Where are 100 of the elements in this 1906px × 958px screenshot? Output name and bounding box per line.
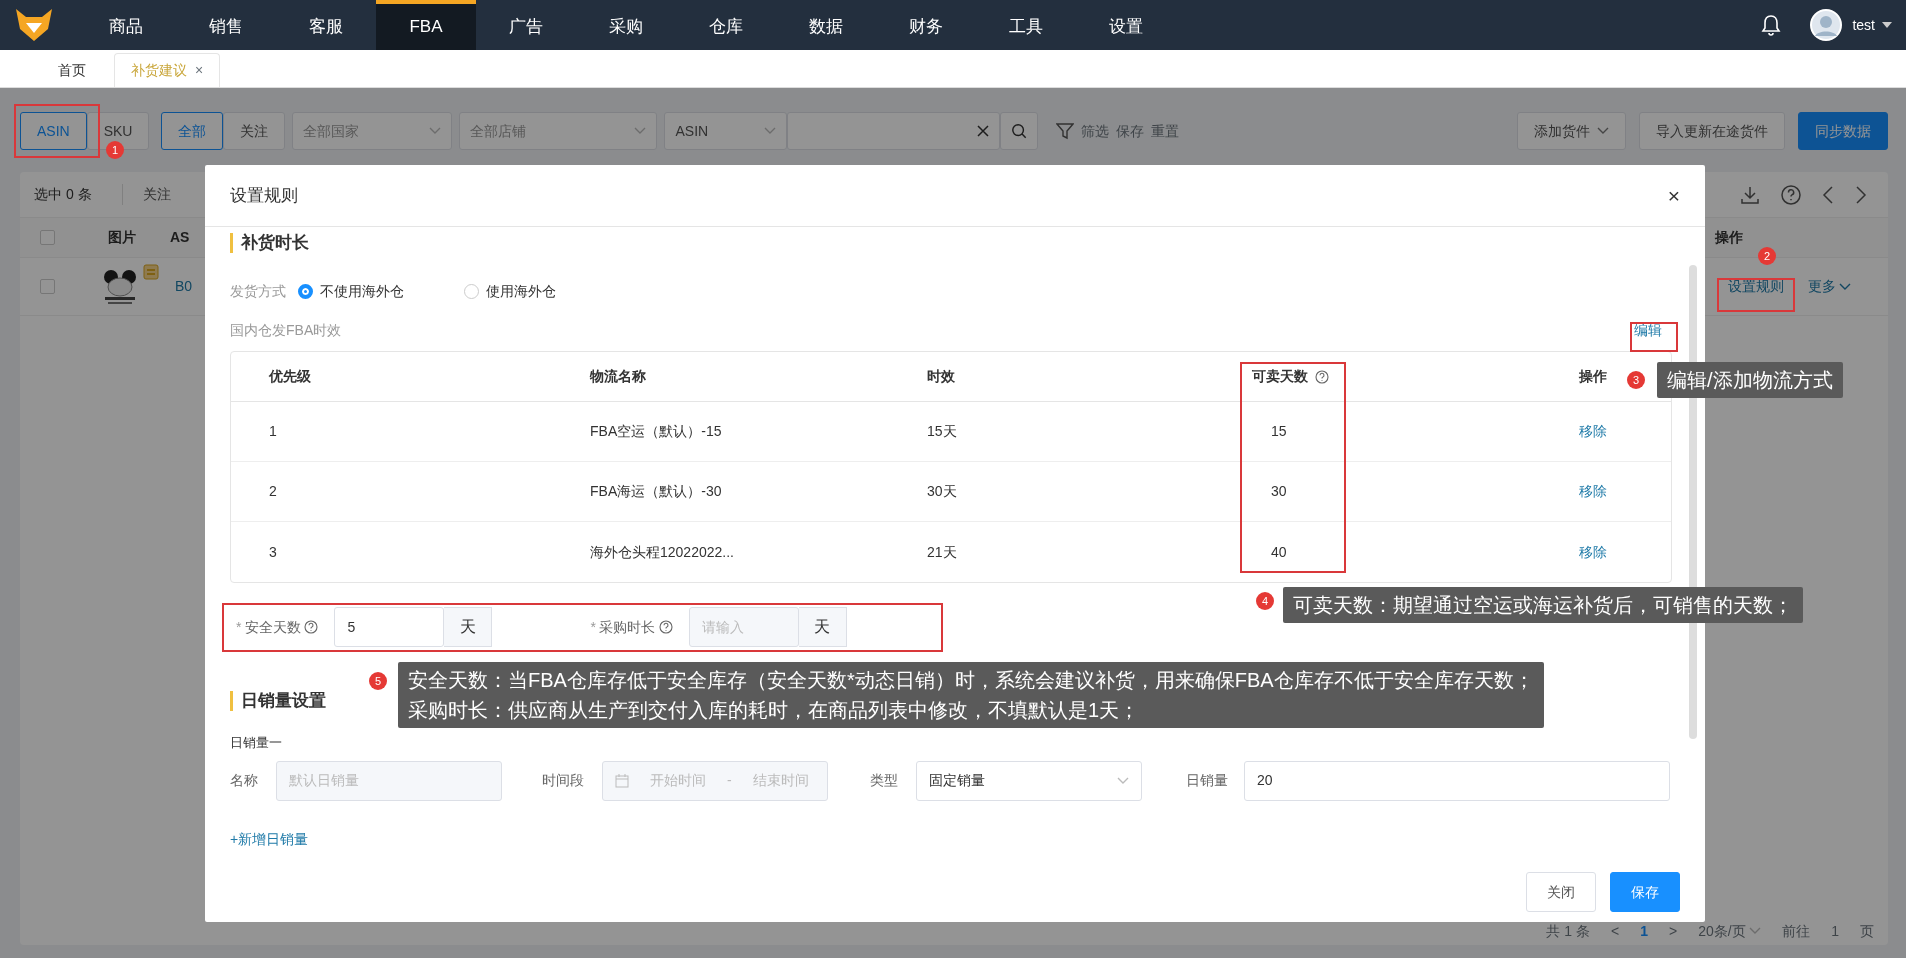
nav-menu-item[interactable]: 数据 bbox=[776, 0, 876, 50]
field-label: 类型 bbox=[870, 771, 899, 790]
dialog-title: 设置规则 bbox=[230, 184, 298, 207]
toggle-button[interactable]: 关注 bbox=[223, 112, 286, 150]
page-size-select[interactable]: 20条/页 bbox=[1698, 920, 1762, 942]
calendar-icon bbox=[615, 773, 629, 788]
subheading: 国内仓发FBA时效 bbox=[230, 321, 342, 340]
page-number[interactable]: 1 bbox=[1640, 920, 1649, 942]
nav-menu-item[interactable]: 客服 bbox=[276, 0, 376, 50]
sell-days-cell: 30 bbox=[1271, 483, 1287, 499]
checkbox[interactable] bbox=[40, 230, 55, 245]
column-header: AS bbox=[170, 228, 190, 247]
remove-link[interactable]: 移除 bbox=[1579, 423, 1607, 439]
daily-sales-field[interactable]: 20 bbox=[1244, 760, 1670, 801]
duration-cell: 21天 bbox=[927, 543, 957, 560]
close-icon[interactable]: × bbox=[195, 60, 204, 81]
goto-page-field[interactable]: 1 bbox=[1831, 920, 1839, 942]
toggle-button[interactable]: 全部 bbox=[161, 112, 224, 150]
column-header: 操作 bbox=[1715, 228, 1743, 247]
nav-menu-item[interactable]: 财务 bbox=[876, 0, 976, 50]
chevron-right-icon[interactable] bbox=[1855, 185, 1867, 204]
download-icon[interactable] bbox=[1740, 184, 1760, 205]
unit-label: 天 bbox=[444, 607, 493, 647]
callout-note: 安全天数：当FBA仓库存低于安全库存（安全天数*动态日销）时，系统会建议补货，用来确保FBA仓库存不低于安全库存天数； 采购时长：供应商从生产到交付入库的耗时，在商品列表中修改，不填默认是1天； bbox=[398, 662, 1544, 728]
duration-cell: 30天 bbox=[927, 483, 957, 499]
close-button[interactable]: 关闭 bbox=[1526, 872, 1596, 912]
user-name[interactable]: test bbox=[1852, 14, 1875, 36]
priority-cell: 2 bbox=[269, 483, 277, 499]
follow-link[interactable]: 关注 bbox=[121, 184, 171, 205]
clear-icon[interactable] bbox=[977, 125, 990, 137]
dropdown-button[interactable]: 添加货件 bbox=[1517, 112, 1626, 150]
total-count: 共 1 条 bbox=[1546, 921, 1591, 941]
page-tab[interactable]: 首页 bbox=[42, 53, 102, 87]
type-select[interactable]: 固定销量 bbox=[916, 760, 1142, 801]
nav-menu-item[interactable]: 设置 bbox=[1076, 0, 1176, 50]
group-title: 日销量一 bbox=[230, 734, 283, 752]
number-field[interactable]: 5 bbox=[334, 607, 445, 647]
column-header: 操作 bbox=[1579, 368, 1607, 384]
field-label: 名称 bbox=[230, 771, 259, 790]
nav-menu-item[interactable]: 商品 bbox=[76, 0, 176, 50]
prev-page-button[interactable]: < bbox=[1611, 920, 1620, 942]
help-icon bbox=[304, 620, 319, 634]
chevron-down-icon bbox=[1117, 776, 1129, 785]
filter-icon[interactable] bbox=[1056, 122, 1075, 140]
tag-icon bbox=[143, 264, 159, 280]
field-label: 安全天数 bbox=[244, 617, 301, 637]
edit-link[interactable]: 编辑 bbox=[1634, 320, 1662, 341]
field-label: 发货方式 bbox=[230, 282, 286, 301]
bell-icon[interactable] bbox=[1760, 14, 1781, 36]
chevron-down-icon bbox=[1597, 127, 1609, 135]
number-field: 请输入 bbox=[688, 607, 799, 647]
nav-menu-item[interactable]: 销售 bbox=[176, 0, 276, 50]
shipping-name-cell: FBA空运（默认）-15 bbox=[590, 423, 722, 439]
more-link[interactable]: 更多 bbox=[1807, 276, 1851, 297]
page-tab[interactable]: 补货建议 × bbox=[114, 53, 221, 87]
section-heading: 补货时长 bbox=[230, 233, 1670, 253]
search-field[interactable] bbox=[787, 112, 1001, 150]
nav-menu-item[interactable]: FBA bbox=[376, 0, 476, 50]
close-button[interactable]: × bbox=[1667, 185, 1680, 206]
asin-link[interactable]: B0 bbox=[175, 276, 193, 297]
search-icon bbox=[1011, 122, 1028, 140]
toolbar-link[interactable]: 重置 bbox=[1151, 120, 1180, 142]
remove-link[interactable]: 移除 bbox=[1579, 543, 1607, 560]
duration-cell: 15天 bbox=[927, 423, 957, 439]
toolbar-link[interactable]: 筛选 bbox=[1081, 120, 1110, 142]
chevron-left-icon[interactable] bbox=[1822, 185, 1834, 204]
fox-logo-icon bbox=[14, 7, 54, 43]
radio-option[interactable]: 不使用海外仓 bbox=[298, 281, 404, 302]
unit-label: 天 bbox=[798, 607, 847, 647]
toolbar-link[interactable]: 保存 bbox=[1116, 120, 1145, 142]
field-label: 时间段 bbox=[542, 771, 585, 790]
next-page-button[interactable]: > bbox=[1669, 920, 1678, 942]
name-field: 默认日销量 bbox=[276, 760, 502, 801]
toggle-button[interactable]: ASIN bbox=[20, 112, 87, 150]
radio-option[interactable]: 使用海外仓 bbox=[464, 281, 556, 302]
shipping-name-cell: 海外仓头程12022022... bbox=[590, 543, 734, 560]
sync-button[interactable]: 同步数据 bbox=[1798, 112, 1888, 150]
chevron-down-icon bbox=[1749, 927, 1762, 935]
add-daily-sales-link[interactable]: +新增日销量 bbox=[230, 828, 309, 850]
sell-days-cell: 15 bbox=[1271, 423, 1287, 439]
save-button[interactable]: 保存 bbox=[1610, 872, 1680, 912]
help-icon[interactable] bbox=[1781, 184, 1801, 205]
nav-menu-item[interactable]: 采购 bbox=[576, 0, 676, 50]
sell-days-cell: 40 bbox=[1271, 543, 1287, 560]
set-rule-link[interactable]: 设置规则 bbox=[1727, 276, 1784, 297]
caret-down-icon[interactable] bbox=[1882, 22, 1892, 28]
avatar-icon[interactable] bbox=[1809, 9, 1842, 41]
nav-menu-item[interactable]: 仓库 bbox=[676, 0, 776, 50]
radio-button[interactable] bbox=[298, 284, 313, 299]
required-mark: * bbox=[236, 617, 242, 637]
search-type-select[interactable]: ASIN bbox=[664, 112, 788, 150]
search-button[interactable] bbox=[1000, 112, 1039, 150]
nav-menu-item[interactable]: 工具 bbox=[976, 0, 1076, 50]
shipping-name-cell: FBA海运（默认）-30 bbox=[590, 483, 722, 499]
radio-label: 不使用海外仓 bbox=[320, 282, 404, 301]
import-button[interactable]: 导入更新在途货件 bbox=[1639, 112, 1785, 150]
nav-menu-item[interactable]: 广告 bbox=[476, 0, 576, 50]
checkbox[interactable] bbox=[40, 279, 55, 294]
help-icon bbox=[658, 620, 673, 634]
remove-link[interactable]: 移除 bbox=[1579, 483, 1607, 499]
